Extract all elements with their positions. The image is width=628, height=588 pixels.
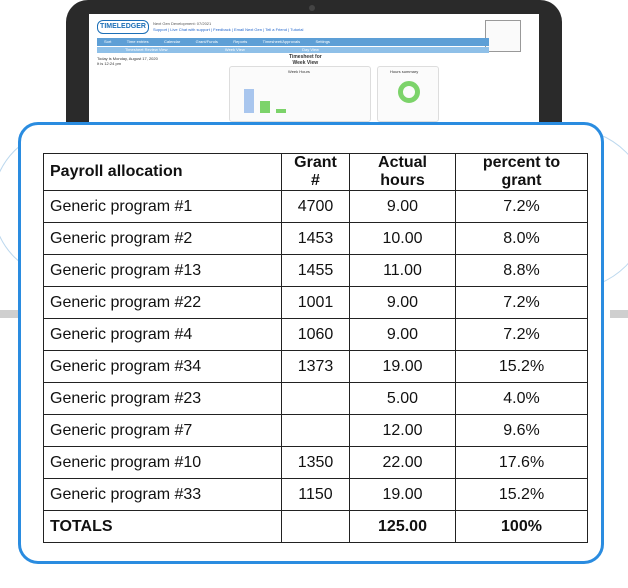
tab-week-view[interactable]: Week View <box>225 47 245 53</box>
week-hours-chart: Week Hours <box>229 66 371 122</box>
cell-grant: 4700 <box>281 190 350 223</box>
tab-timesheet-review[interactable]: Timesheet Review View <box>125 47 167 53</box>
table-row: Generic program #4 1060 9.00 7.2% <box>43 318 588 351</box>
current-time: It is 12:24 pm <box>97 61 122 66</box>
cell-program: Generic program #23 <box>43 382 282 415</box>
cell-program: Generic program #34 <box>43 350 282 383</box>
payroll-allocation-table: Payroll allocation Grant # Actual hours … <box>43 153 588 543</box>
tab-calendar[interactable]: Calendar <box>164 38 180 46</box>
cell-percent: 8.0% <box>455 222 588 255</box>
table-row: Generic program #13 1455 11.00 8.8% <box>43 254 588 287</box>
mini-calendar[interactable] <box>485 20 521 52</box>
hours-donut-chart <box>398 81 420 103</box>
table-row: Generic program #33 1150 19.00 15.2% <box>43 478 588 511</box>
cell-percent: 8.8% <box>455 254 588 287</box>
cell-grant <box>281 414 350 447</box>
header-percent-to-grant: percent to grant <box>455 153 588 191</box>
cell-percent: 4.0% <box>455 382 588 415</box>
table-row: Generic program #7 12.00 9.6% <box>43 414 588 447</box>
table-row: Generic program #22 1001 9.00 7.2% <box>43 286 588 319</box>
payroll-allocation-card: Payroll allocation Grant # Actual hours … <box>18 122 604 564</box>
cell-hours: 9.00 <box>349 190 456 223</box>
cell-program: Generic program #13 <box>43 254 282 287</box>
chart-bar <box>276 109 286 113</box>
totals-row: TOTALS 125.00 100% <box>43 510 588 543</box>
cell-grant: 1455 <box>281 254 350 287</box>
cell-hours: 11.00 <box>349 254 456 287</box>
chart-bar <box>244 89 254 113</box>
cell-hours: 22.00 <box>349 446 456 479</box>
cell-hours: 10.00 <box>349 222 456 255</box>
cell-hours: 12.00 <box>349 414 456 447</box>
table-row: Generic program #23 5.00 4.0% <box>43 382 588 415</box>
decorative-bar-right <box>610 310 628 318</box>
cell-grant: 1453 <box>281 222 350 255</box>
chart-bar <box>260 101 270 113</box>
cell-percent: 15.2% <box>455 350 588 383</box>
cell-grant: 1060 <box>281 318 350 351</box>
header-payroll-allocation: Payroll allocation <box>43 153 282 191</box>
email-link[interactable]: Email Next Gen <box>234 27 262 32</box>
cell-grant: 1350 <box>281 446 350 479</box>
cell-program: Generic program #1 <box>43 190 282 223</box>
tab-approvals[interactable]: Timesheet/Approvals <box>263 38 300 46</box>
table-row: Generic program #34 1373 19.00 15.2% <box>43 350 588 383</box>
tab-grant-funds[interactable]: Grant/Funds <box>196 38 218 46</box>
live-chat-link[interactable]: Live Chat with support <box>170 27 210 32</box>
cell-program: Generic program #7 <box>43 414 282 447</box>
totals-percent: 100% <box>455 510 588 543</box>
support-link[interactable]: Support <box>153 27 167 32</box>
cell-percent: 17.6% <box>455 446 588 479</box>
timesheet-header: Timesheet for Week View <box>289 54 322 66</box>
cell-grant: 1150 <box>281 478 350 511</box>
table-row: Generic program #2 1453 10.00 8.0% <box>43 222 588 255</box>
tab-day-view[interactable]: Day View <box>302 47 319 53</box>
hours-summary-title: Hours summary <box>390 69 419 74</box>
app-logo: TIMELEDGER <box>97 20 149 34</box>
table-header-row: Payroll allocation Grant # Actual hours … <box>43 153 588 191</box>
hours-summary-box: Hours summary <box>377 66 439 122</box>
cell-grant: 1001 <box>281 286 350 319</box>
cell-percent: 7.2% <box>455 318 588 351</box>
cell-program: Generic program #10 <box>43 446 282 479</box>
table-row: Generic program #10 1350 22.00 17.6% <box>43 446 588 479</box>
tab-time-entries[interactable]: Time entries <box>127 38 149 46</box>
tutorial-link[interactable]: Tutorial <box>290 27 303 32</box>
cell-hours: 19.00 <box>349 350 456 383</box>
header-grant-number: Grant # <box>281 153 350 191</box>
cell-grant: 1373 <box>281 350 350 383</box>
tell-friend-link[interactable]: Tell a Friend <box>265 27 287 32</box>
totals-hours: 125.00 <box>349 510 456 543</box>
cell-hours: 9.00 <box>349 286 456 319</box>
tab-settings[interactable]: Settings <box>315 38 329 46</box>
header-links: Support | Live Chat with support | Feedb… <box>153 27 304 32</box>
cell-percent: 7.2% <box>455 190 588 223</box>
cell-percent: 15.2% <box>455 478 588 511</box>
cell-percent: 7.2% <box>455 286 588 319</box>
cell-program: Generic program #2 <box>43 222 282 255</box>
tab-sort[interactable]: Sort <box>104 38 111 46</box>
totals-grant <box>281 510 350 543</box>
tab-reports[interactable]: Reports <box>233 38 247 46</box>
cell-program: Generic program #22 <box>43 286 282 319</box>
cell-hours: 19.00 <box>349 478 456 511</box>
company-name: Next Gen Development: 07/2021 <box>153 21 212 26</box>
cell-program: Generic program #4 <box>43 318 282 351</box>
cell-grant <box>281 382 350 415</box>
totals-label: TOTALS <box>43 510 282 543</box>
camera-dot <box>309 5 315 11</box>
cell-hours: 5.00 <box>349 382 456 415</box>
cell-hours: 9.00 <box>349 318 456 351</box>
main-nav: Sort Time entries Calendar Grant/Funds R… <box>97 38 489 46</box>
table-row: Generic program #1 4700 9.00 7.2% <box>43 190 588 223</box>
week-chart-title: Week Hours <box>288 69 310 74</box>
sub-nav: Timesheet Review View Week View Day View <box>97 47 489 53</box>
cell-program: Generic program #33 <box>43 478 282 511</box>
cell-percent: 9.6% <box>455 414 588 447</box>
header-actual-hours: Actual hours <box>349 153 456 191</box>
decorative-bar-left <box>0 310 18 318</box>
date-info: Today is Monday, August 17, 2020 It is 1… <box>97 56 158 66</box>
feedback-link[interactable]: Feedback <box>213 27 231 32</box>
